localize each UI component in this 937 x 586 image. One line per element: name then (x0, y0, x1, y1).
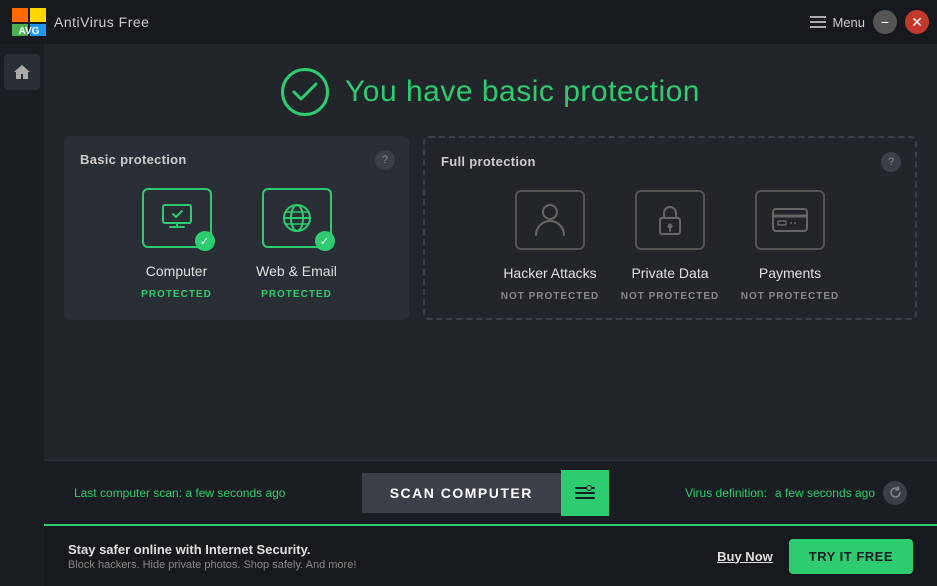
basic-protection-items: ✓ Computer PROTECTED (80, 183, 393, 300)
refresh-virus-def-button[interactable] (883, 481, 907, 505)
private-data-icon-wrap (630, 185, 710, 255)
header-title: You have basic protection (345, 75, 700, 109)
try-free-button[interactable]: TRY IT FREE (789, 539, 913, 574)
credit-card-icon (770, 204, 810, 236)
basic-protection-help[interactable]: ? (375, 150, 395, 170)
hacker-icon-bg (515, 190, 585, 250)
scan-button-group: SCAN COMPUTER (362, 470, 609, 516)
scan-options-icon (574, 484, 596, 502)
full-protection-items: Hacker Attacks NOT PROTECTED (441, 185, 899, 302)
content-spacer (44, 320, 937, 460)
web-icon (278, 199, 316, 237)
title-bar: AVG AntiVirus Free Menu − ✕ (0, 0, 937, 44)
last-scan-time: a few seconds ago (185, 486, 285, 500)
last-scan-info: Last computer scan: a few seconds ago (74, 486, 285, 500)
promo-text: Stay safer online with Internet Security… (68, 542, 356, 571)
hacker-attacks-item[interactable]: Hacker Attacks NOT PROTECTED (500, 185, 600, 302)
checkmark-icon (292, 82, 318, 102)
promo-actions: Buy Now TRY IT FREE (717, 539, 913, 574)
hacker-icon-wrap (510, 185, 590, 255)
full-protection-card: Full protection ? Hacker Attacks NO (423, 136, 917, 320)
web-email-check-badge: ✓ (315, 231, 335, 251)
computer-item-name: Computer (146, 263, 207, 279)
computer-icon-wrap: ✓ (137, 183, 217, 253)
promo-headline: Stay safer online with Internet Security… (68, 542, 356, 557)
hacker-icon (532, 201, 568, 239)
scan-bar: Last computer scan: a few seconds ago SC… (44, 460, 937, 524)
home-icon (13, 63, 31, 81)
hacker-attacks-name: Hacker Attacks (503, 265, 596, 281)
buy-now-button[interactable]: Buy Now (717, 549, 773, 564)
hamburger-icon (810, 16, 826, 28)
computer-item-status: PROTECTED (141, 289, 212, 300)
app-title: AntiVirus Free (54, 14, 149, 30)
private-data-name: Private Data (631, 265, 708, 281)
scan-computer-button[interactable]: SCAN COMPUTER (362, 473, 561, 513)
private-data-item[interactable]: Private Data NOT PROTECTED (620, 185, 720, 302)
hacker-attacks-status: NOT PROTECTED (501, 291, 600, 302)
computer-icon (158, 199, 196, 237)
payments-icon-wrap (750, 185, 830, 255)
close-button[interactable]: ✕ (905, 10, 929, 34)
avg-logo-icon: AVG (12, 8, 46, 36)
lock-icon (652, 201, 688, 239)
virus-def-time: a few seconds ago (775, 486, 875, 500)
full-protection-title: Full protection (441, 154, 899, 169)
promo-subtext: Block hackers. Hide private photos. Shop… (68, 559, 356, 571)
cards-area: Basic protection ? ✓ (44, 136, 937, 320)
promo-bar: Stay safer online with Internet Security… (44, 524, 937, 586)
main-content: You have basic protection Basic protecti… (44, 44, 937, 586)
menu-button[interactable]: Menu (810, 15, 865, 30)
payments-icon-bg (755, 190, 825, 250)
private-data-status: NOT PROTECTED (621, 291, 720, 302)
computer-protection-item[interactable]: ✓ Computer PROTECTED (127, 183, 227, 300)
window-controls: Menu − ✕ (810, 10, 929, 34)
web-email-item-status: PROTECTED (261, 289, 332, 300)
private-data-icon-bg (635, 190, 705, 250)
refresh-icon (889, 486, 902, 499)
home-button[interactable] (4, 54, 40, 90)
basic-protection-card: Basic protection ? ✓ (64, 136, 409, 320)
web-email-item-name: Web & Email (256, 263, 337, 279)
computer-check-badge: ✓ (195, 231, 215, 251)
virus-definition-info: Virus definition: a few seconds ago (685, 481, 907, 505)
header-section: You have basic protection (44, 44, 937, 136)
svg-text:AVG: AVG (19, 26, 40, 36)
payments-item[interactable]: Payments NOT PROTECTED (740, 185, 840, 302)
full-protection-help[interactable]: ? (881, 152, 901, 172)
scan-options-button[interactable] (561, 470, 609, 516)
sidebar (0, 44, 44, 586)
payments-status: NOT PROTECTED (741, 291, 840, 302)
app-logo: AVG AntiVirus Free (12, 8, 149, 36)
protection-status-icon (281, 68, 329, 116)
web-email-icon-wrap: ✓ (257, 183, 337, 253)
minimize-button[interactable]: − (873, 10, 897, 34)
web-email-protection-item[interactable]: ✓ Web & Email PROTECTED (247, 183, 347, 300)
basic-protection-title: Basic protection (80, 152, 393, 167)
payments-name: Payments (759, 265, 821, 281)
